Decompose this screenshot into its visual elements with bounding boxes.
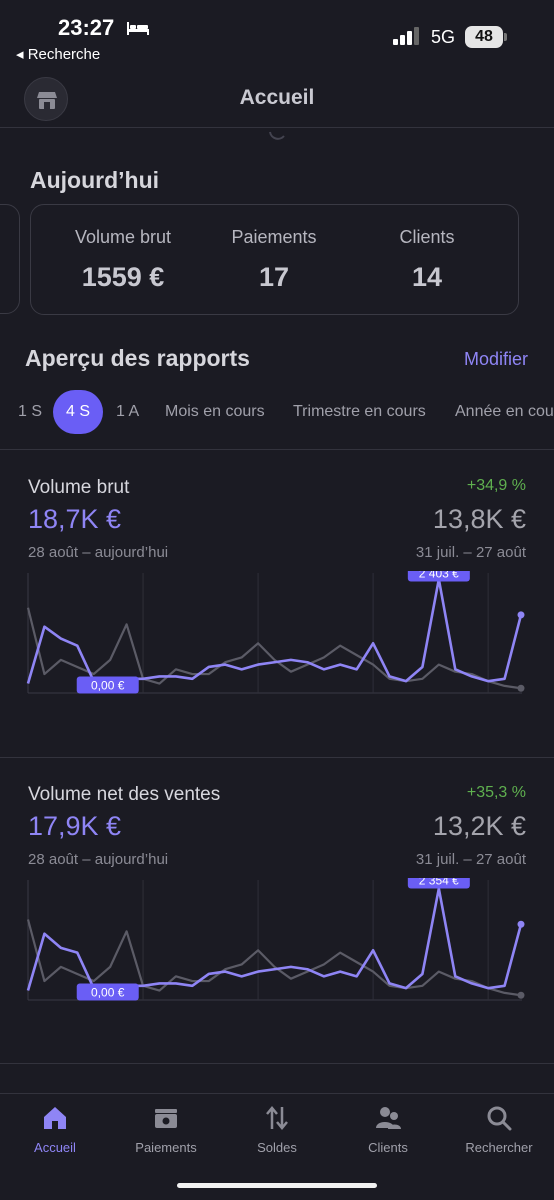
- metric-value: 1559 €: [81, 262, 165, 292]
- status-bar: 23:27 ◂ Recherche 5G 48: [0, 0, 554, 70]
- report-current-value: 18,7K €: [28, 504, 122, 534]
- report-card-gross-volume[interactable]: Volume brut +34,9 % 18,7K € 13,8K € 28 a…: [0, 477, 554, 747]
- tab-label: Rechercher: [465, 1140, 533, 1155]
- today-summary-card[interactable]: Volume brut 1559 € Paiements 17 Clients …: [30, 204, 519, 315]
- divider: [0, 449, 554, 450]
- report-previous-value: 13,2K €: [432, 811, 526, 841]
- page-title: Accueil: [239, 86, 315, 109]
- report-previous-period: 31 juil. – 27 août: [415, 851, 526, 868]
- tab-label: Paiements: [135, 1140, 197, 1155]
- tab-label: Clients: [368, 1140, 408, 1155]
- battery-indicator: 48: [465, 26, 503, 48]
- signal-icon: [393, 27, 419, 45]
- payments-icon: [155, 1109, 177, 1128]
- tab-label: Soldes: [257, 1140, 297, 1155]
- min-value-label: 0,00 €: [91, 679, 125, 693]
- metric-value: 14: [411, 262, 443, 292]
- loading-spinner-icon: [269, 131, 285, 140]
- tab-rechercher[interactable]: Rechercher: [444, 1104, 554, 1155]
- bed-icon: [127, 22, 149, 35]
- gross-volume-chart[interactable]: 2 403 € 0,00 €: [0, 571, 554, 731]
- tab-label: Accueil: [34, 1140, 76, 1155]
- net-sales-chart[interactable]: 2 354 € 0,00 €: [0, 878, 554, 1038]
- clients-icon: [376, 1107, 401, 1129]
- period-tab-1a[interactable]: 1 A: [116, 403, 139, 421]
- metric-clients: Clients 14: [352, 227, 502, 293]
- back-to-search-link[interactable]: ◂ Recherche: [16, 45, 100, 63]
- tab-accueil[interactable]: Accueil: [0, 1104, 110, 1155]
- report-current-period: 28 août – aujourd’hui: [28, 544, 169, 561]
- divider: [0, 1063, 554, 1064]
- report-previous-value: 13,8K €: [432, 504, 526, 534]
- metric-payments: Paiements 17: [199, 227, 349, 293]
- divider: [0, 757, 554, 758]
- report-current-period: 28 août – aujourd’hui: [28, 851, 169, 868]
- report-current-value: 17,9K €: [28, 811, 122, 841]
- reports-section-title: Aperçu des rapports: [25, 345, 250, 371]
- modify-reports-button[interactable]: Modifier: [464, 349, 528, 370]
- metric-label: Volume brut: [74, 227, 172, 247]
- clock: 23:27: [58, 15, 115, 40]
- metric-label: Clients: [399, 227, 455, 247]
- current-series-point: [517, 920, 525, 928]
- report-previous-period: 31 juil. – 27 août: [415, 544, 526, 561]
- min-value-label: 0,00 €: [91, 986, 125, 1000]
- home-icon: [44, 1107, 66, 1129]
- metric-label: Paiements: [231, 227, 317, 247]
- max-value-label: 2 403 €: [419, 571, 459, 581]
- previous-series-point: [517, 991, 525, 999]
- report-title: Volume brut: [28, 477, 130, 498]
- period-tab-year[interactable]: Année en cou: [455, 403, 554, 421]
- period-tab-month[interactable]: Mois en cours: [165, 403, 265, 421]
- tab-paiements[interactable]: Paiements: [111, 1104, 221, 1155]
- period-selector: 1 S 4 S 1 A Mois en cours Trimestre en c…: [0, 390, 554, 436]
- home-indicator: [177, 1183, 377, 1188]
- battery-tip: [504, 33, 507, 41]
- period-tab-1s[interactable]: 1 S: [18, 403, 42, 421]
- report-change: +35,3 %: [466, 784, 526, 801]
- report-title: Volume net des ventes: [28, 784, 221, 805]
- current-series-point: [517, 611, 525, 619]
- search-icon: [487, 1106, 512, 1131]
- tab-clients[interactable]: Clients: [333, 1104, 443, 1155]
- balances-icon: [266, 1106, 288, 1130]
- max-value-label: 2 354 €: [419, 878, 459, 888]
- report-card-net-sales[interactable]: Volume net des ventes +35,3 % 17,9K € 13…: [0, 784, 554, 1054]
- period-tab-4s[interactable]: 4 S: [53, 390, 103, 434]
- previous-day-card[interactable]: [0, 204, 20, 314]
- today-section-title: Aujourd’hui: [30, 167, 160, 193]
- report-change: +34,9 %: [466, 477, 526, 494]
- navigation-bar: Accueil: [0, 70, 554, 128]
- metric-gross-volume: Volume brut 1559 €: [48, 227, 198, 293]
- network-type: 5G: [431, 27, 456, 47]
- metric-value: 17: [258, 262, 290, 292]
- previous-series-point: [517, 684, 525, 692]
- tab-soldes[interactable]: Soldes: [222, 1104, 332, 1155]
- period-tab-quarter[interactable]: Trimestre en cours: [293, 403, 426, 421]
